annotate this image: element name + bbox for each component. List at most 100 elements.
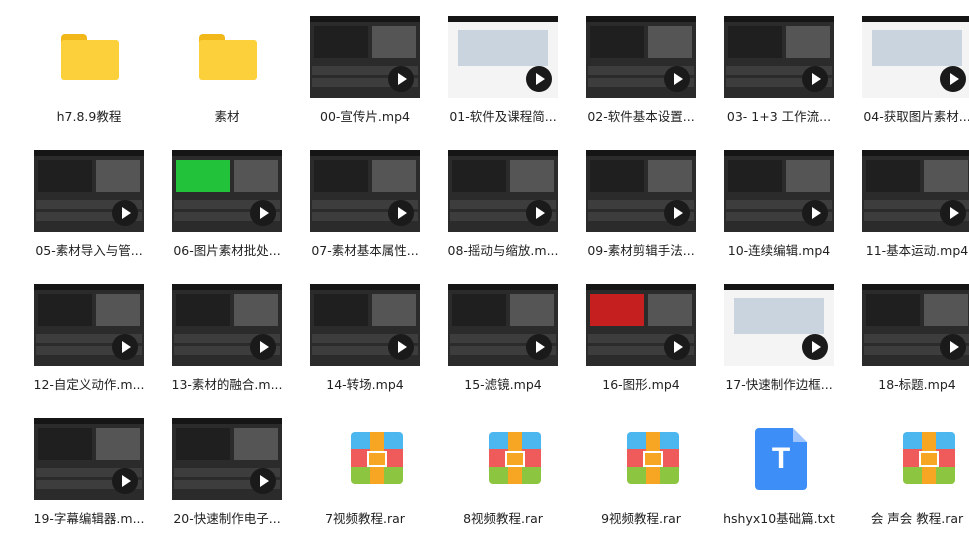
thumbnail-titlebar <box>448 16 558 22</box>
thumbnail-preview <box>452 294 506 326</box>
file-item[interactable]: 09-素材剪辑手法... <box>572 140 710 274</box>
thumbnail-frame <box>862 16 969 98</box>
file-item[interactable]: 8视频教程.rar <box>434 408 572 542</box>
video-thumbnail <box>586 150 696 232</box>
thumbnail-frame <box>448 284 558 366</box>
file-item[interactable]: 02-软件基本设置... <box>572 6 710 140</box>
thumbnail-preview <box>872 30 962 66</box>
thumbnail-preview <box>866 294 920 326</box>
thumbnail-titlebar <box>862 150 969 156</box>
file-name: 06-图片素材批处... <box>173 243 281 258</box>
thumbnail-frame <box>862 284 969 366</box>
thumbnail-titlebar <box>172 284 282 290</box>
thumbnail-library <box>96 294 140 326</box>
thumbnail-preview <box>728 26 782 58</box>
file-item[interactable]: 00-宣传片.mp4 <box>296 6 434 140</box>
thumbnail-titlebar <box>724 16 834 22</box>
video-thumbnail <box>34 150 144 232</box>
file-item[interactable]: 17-快速制作边框... <box>710 274 848 408</box>
folder-shape <box>199 34 257 80</box>
file-name: 10-连续编辑.mp4 <box>727 243 831 258</box>
thumbnail-titlebar <box>34 418 144 424</box>
file-item[interactable]: 11-基本运动.mp4 <box>848 140 969 274</box>
archive-icon <box>586 418 696 500</box>
file-name: 05-素材导入与管... <box>35 243 143 258</box>
file-item[interactable]: 9视频教程.rar <box>572 408 710 542</box>
play-icon <box>526 66 552 92</box>
file-name: 13-素材的融合.m... <box>171 377 283 392</box>
file-name: 19-字幕编辑器.m... <box>33 511 145 526</box>
file-name: 00-宣传片.mp4 <box>320 109 410 124</box>
thumbnail-preview <box>590 160 644 192</box>
txt-shape: T <box>755 428 807 490</box>
video-thumbnail <box>724 150 834 232</box>
file-item[interactable]: 04-获取图片素材... <box>848 6 969 140</box>
play-icon <box>250 334 276 360</box>
thumbnail-titlebar <box>34 150 144 156</box>
file-item[interactable]: 13-素材的融合.m... <box>158 274 296 408</box>
file-item[interactable]: 08-摇动与缩放.m... <box>434 140 572 274</box>
play-icon <box>388 66 414 92</box>
file-item[interactable]: 06-图片素材批处... <box>158 140 296 274</box>
file-item[interactable]: 会 声会 教程.rar <box>848 408 969 542</box>
file-item[interactable]: h7.8.9教程 <box>20 6 158 140</box>
thumbnail-library <box>786 160 830 192</box>
play-icon <box>526 200 552 226</box>
file-name: 12-自定义动作.m... <box>33 377 145 392</box>
thumbnail-preview <box>590 294 644 326</box>
file-item[interactable]: 19-字幕编辑器.m... <box>20 408 158 542</box>
play-icon <box>112 468 138 494</box>
txt-glyph: T <box>771 442 791 475</box>
video-thumbnail <box>310 16 420 98</box>
thumbnail-titlebar <box>448 150 558 156</box>
folder-body <box>61 40 119 80</box>
file-item[interactable]: 07-素材基本属性... <box>296 140 434 274</box>
file-item[interactable]: 14-转场.mp4 <box>296 274 434 408</box>
play-icon <box>112 200 138 226</box>
thumbnail-library <box>372 294 416 326</box>
thumbnail-library <box>96 160 140 192</box>
thumbnail-frame <box>34 418 144 500</box>
file-item[interactable]: 05-素材导入与管... <box>20 140 158 274</box>
thumbnail-frame <box>172 418 282 500</box>
play-icon <box>526 334 552 360</box>
file-name: 08-摇动与缩放.m... <box>447 243 559 258</box>
file-name: 素材 <box>214 109 240 124</box>
file-item[interactable]: 10-连续编辑.mp4 <box>710 140 848 274</box>
file-name: 18-标题.mp4 <box>878 377 956 392</box>
thumbnail-frame <box>34 150 144 232</box>
thumbnail-titlebar <box>724 150 834 156</box>
file-item[interactable]: 03- 1+3 工作流... <box>710 6 848 140</box>
thumbnail-frame <box>310 284 420 366</box>
folder-icon <box>34 16 144 98</box>
file-name: 8视频教程.rar <box>463 511 543 526</box>
file-name: 9视频教程.rar <box>601 511 681 526</box>
file-item[interactable]: 7视频教程.rar <box>296 408 434 542</box>
file-name: 14-转场.mp4 <box>326 377 404 392</box>
play-icon <box>388 334 414 360</box>
file-name: 03- 1+3 工作流... <box>726 109 832 124</box>
file-name: 15-滤镜.mp4 <box>464 377 542 392</box>
file-item[interactable]: 18-标题.mp4 <box>848 274 969 408</box>
rar-shape <box>903 432 955 484</box>
thumbnail-library <box>96 428 140 460</box>
thumbnail-frame <box>586 150 696 232</box>
file-name: 11-基本运动.mp4 <box>865 243 969 258</box>
file-name: 会 声会 教程.rar <box>870 511 964 526</box>
video-thumbnail <box>34 284 144 366</box>
thumbnail-frame <box>724 16 834 98</box>
file-item[interactable]: 素材 <box>158 6 296 140</box>
file-name: 7视频教程.rar <box>325 511 405 526</box>
file-item[interactable]: 01-软件及课程简... <box>434 6 572 140</box>
thumbnail-preview <box>452 160 506 192</box>
file-item[interactable]: 15-滤镜.mp4 <box>434 274 572 408</box>
thumbnail-library <box>372 26 416 58</box>
thumbnail-titlebar <box>34 284 144 290</box>
video-thumbnail <box>724 284 834 366</box>
file-item[interactable]: 20-快速制作电子... <box>158 408 296 542</box>
thumbnail-library <box>648 294 692 326</box>
play-icon <box>388 200 414 226</box>
file-item[interactable]: 16-图形.mp4 <box>572 274 710 408</box>
file-item[interactable]: Thshyx10基础篇.txt <box>710 408 848 542</box>
file-item[interactable]: 12-自定义动作.m... <box>20 274 158 408</box>
